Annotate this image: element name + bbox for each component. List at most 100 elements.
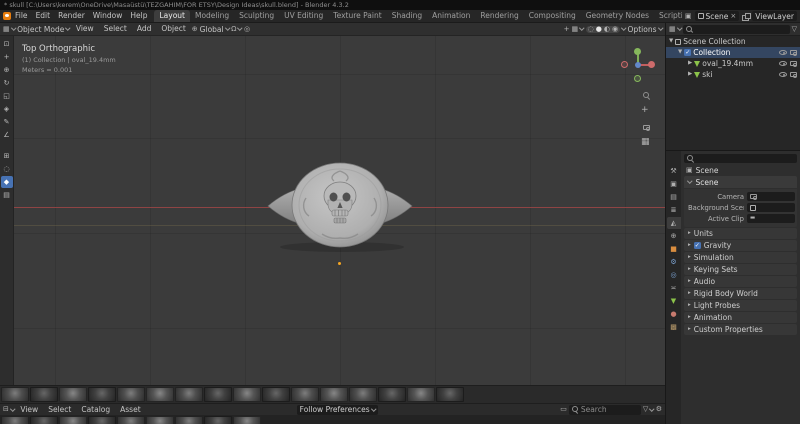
asset-thumbnail[interactable] (30, 387, 58, 402)
tab-animation[interactable]: Animation (427, 10, 475, 22)
menu-help[interactable]: Help (126, 10, 151, 22)
blender-logo-icon[interactable] (3, 12, 11, 20)
camera-field[interactable] (747, 192, 795, 201)
shading-wireframe-icon[interactable] (588, 26, 594, 33)
menu-render[interactable]: Render (54, 10, 89, 22)
cursor-tool[interactable] (1, 51, 13, 63)
menu-edit[interactable]: Edit (32, 10, 55, 22)
eye-icon[interactable] (779, 50, 787, 55)
asset-thumbnail[interactable] (30, 416, 58, 424)
orientation-chevron-icon[interactable] (224, 25, 230, 31)
outliner-row-collection[interactable]: Collection (666, 47, 800, 58)
gizmo-z-dot[interactable] (635, 62, 641, 68)
asset-browser-editor-chevron-icon[interactable] (10, 406, 16, 411)
snap-magnet-icon[interactable] (231, 26, 236, 33)
transform-tool[interactable] (1, 103, 13, 115)
section-simulation[interactable]: Simulation (684, 252, 797, 263)
section-audio[interactable]: Audio (684, 276, 797, 287)
annotate-tool[interactable] (1, 116, 13, 128)
disclosure-right-icon[interactable] (688, 72, 692, 78)
camera-restrict-icon[interactable] (790, 61, 797, 67)
vp-menu-object[interactable]: Object (157, 23, 189, 35)
section-rigid-body-world[interactable]: Rigid Body World (684, 288, 797, 299)
display-size-icon[interactable] (560, 406, 567, 413)
disclosure-down-icon[interactable] (669, 39, 673, 45)
asset-thumbnail[interactable] (117, 387, 145, 402)
active-tool[interactable] (0, 176, 13, 188)
eye-icon[interactable] (779, 61, 787, 66)
asset-thumbnail[interactable] (407, 387, 435, 402)
outliner-row-ski[interactable]: ski (666, 69, 800, 80)
camera-view-button[interactable] (641, 122, 652, 133)
ab-menu-asset[interactable]: Asset (116, 404, 145, 416)
properties-search-input[interactable] (684, 154, 797, 163)
gizmo-y-plus-dot[interactable] (634, 48, 641, 55)
overlays-chevron-icon[interactable] (579, 25, 585, 31)
asset-thumbnail[interactable] (175, 416, 203, 424)
menu-file[interactable]: File (11, 10, 32, 22)
ab-menu-view[interactable]: View (16, 404, 42, 416)
section-gravity[interactable]: Gravity (684, 240, 797, 251)
tab-modeling[interactable]: Modeling (190, 10, 234, 22)
select-box-tool[interactable] (1, 38, 13, 50)
scene-unlink-icon[interactable] (730, 13, 736, 20)
gear-icon[interactable] (656, 406, 662, 413)
asset-thumbnail[interactable] (262, 387, 290, 402)
tab-shading[interactable]: Shading (387, 10, 427, 22)
asset-thumbnail[interactable] (59, 387, 87, 402)
skull-ring-model[interactable] (262, 158, 418, 253)
asset-thumbnail[interactable] (349, 387, 377, 402)
asset-thumbnail[interactable] (117, 416, 145, 424)
vp-menu-add[interactable]: Add (133, 23, 156, 35)
asset-thumbnail[interactable] (175, 387, 203, 402)
section-units[interactable]: Units (684, 228, 797, 239)
shading-material-icon[interactable] (604, 26, 610, 33)
gizmo-toggle-icon[interactable] (564, 26, 570, 33)
gizmo-y-minus-dot[interactable] (634, 75, 641, 82)
asset-thumbnail[interactable] (59, 416, 87, 424)
asset-browser-editor-icon[interactable] (3, 406, 9, 413)
options-chevron-icon[interactable] (657, 25, 663, 31)
measure-tool[interactable] (1, 129, 13, 141)
scene-selector[interactable]: Scene (694, 11, 740, 21)
outliner-filter-icon[interactable] (792, 26, 797, 33)
tab-layout[interactable]: Layout (154, 10, 190, 22)
section-animation[interactable]: Animation (684, 312, 797, 323)
outliner-display-chevron-icon[interactable] (676, 25, 682, 31)
tab-tool-properties[interactable] (667, 165, 681, 177)
asset-thumbnail[interactable] (146, 387, 174, 402)
asset-thumbnail[interactable] (436, 387, 464, 402)
tab-world-properties[interactable] (667, 230, 681, 242)
gizmo-x-plus-dot[interactable] (648, 61, 655, 68)
tab-scene-properties[interactable] (666, 217, 681, 229)
outliner-row-scene-collection[interactable]: Scene Collection (666, 36, 800, 47)
shading-solid-icon[interactable] (596, 26, 602, 33)
gravity-checkbox[interactable] (693, 242, 701, 249)
ortho-toggle-button[interactable] (641, 138, 652, 149)
move-tool[interactable] (1, 64, 13, 76)
tab-rendering[interactable]: Rendering (475, 10, 523, 22)
shading-rendered-icon[interactable] (612, 26, 618, 33)
camera-restrict-icon[interactable] (790, 72, 797, 78)
tab-material-properties[interactable] (667, 308, 681, 320)
gizmo-x-minus-dot[interactable] (621, 61, 628, 68)
section-keying-sets[interactable]: Keying Sets (684, 264, 797, 275)
outliner-search-input[interactable] (683, 24, 790, 34)
viewport-3d[interactable]: Top Orthographic (1) Collection | oval_1… (0, 36, 665, 385)
tab-texture-paint[interactable]: Texture Paint (328, 10, 386, 22)
extra-tool-1[interactable] (1, 163, 13, 175)
tab-modifier-properties[interactable] (667, 256, 681, 268)
viewlayer-selector[interactable]: ViewLayer (752, 11, 797, 21)
disclosure-down-icon[interactable] (678, 50, 682, 56)
tab-sculpting[interactable]: Sculpting (234, 10, 279, 22)
section-light-probes[interactable]: Light Probes (684, 300, 797, 311)
active-clip-field[interactable] (747, 214, 795, 223)
rotate-tool[interactable] (1, 77, 13, 89)
proportional-edit-icon[interactable] (244, 26, 250, 33)
filter-icon[interactable] (643, 406, 648, 413)
asset-thumbnail[interactable] (204, 416, 232, 424)
add-primitive-tool[interactable] (1, 150, 13, 162)
disclosure-right-icon[interactable] (688, 61, 692, 67)
orientation-dropdown[interactable]: Global (200, 25, 224, 34)
tab-physics-properties[interactable] (667, 269, 681, 281)
